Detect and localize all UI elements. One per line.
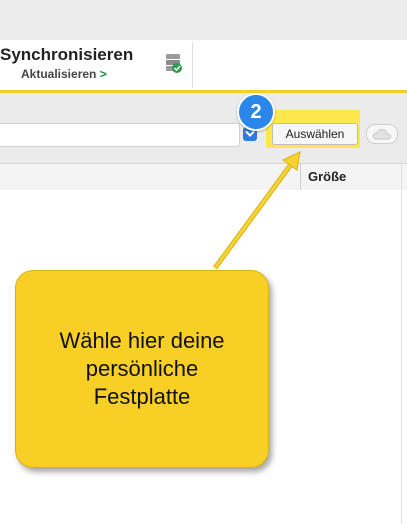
callout-text: Wähle hier deine persönliche Festplatte <box>59 328 225 409</box>
callout-box: Wähle hier deine persönliche Festplatte <box>15 270 269 468</box>
